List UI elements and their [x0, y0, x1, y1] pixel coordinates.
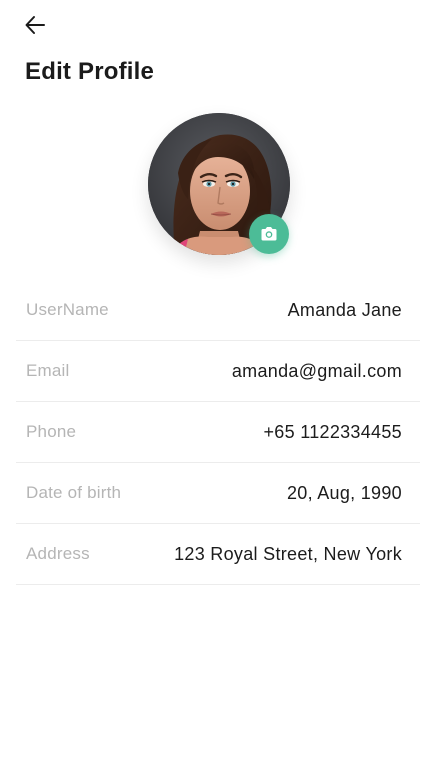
field-row-address[interactable]: Address 123 Royal Street, New York [16, 524, 420, 585]
field-row-date-of-birth[interactable]: Date of birth 20, Aug, 1990 [16, 463, 420, 524]
field-label: UserName [26, 300, 109, 319]
field-row-email[interactable]: Email amanda@gmail.com [16, 341, 420, 402]
camera-icon [261, 227, 277, 241]
arrow-left-icon [25, 16, 45, 34]
field-row-phone[interactable]: Phone +65 1122334455 [16, 402, 420, 463]
change-photo-button[interactable] [249, 214, 289, 254]
field-label: Email [26, 361, 70, 380]
field-value[interactable]: +65 1122334455 [263, 422, 402, 443]
profile-avatar-section [148, 113, 290, 255]
field-value[interactable]: 20, Aug, 1990 [287, 483, 402, 504]
back-button[interactable] [22, 12, 48, 38]
field-row-username[interactable]: UserName Amanda Jane [16, 280, 420, 341]
field-label: Address [26, 544, 90, 563]
page-title: Edit Profile [25, 58, 155, 85]
field-label: Date of birth [26, 483, 122, 502]
field-label: Phone [26, 422, 77, 441]
field-value[interactable]: Amanda Jane [288, 300, 402, 321]
field-value[interactable]: amanda@gmail.com [232, 361, 402, 382]
field-value[interactable]: 123 Royal Street, New York [174, 544, 402, 565]
profile-fields: UserName Amanda Jane Email amanda@gmail.… [16, 280, 420, 585]
